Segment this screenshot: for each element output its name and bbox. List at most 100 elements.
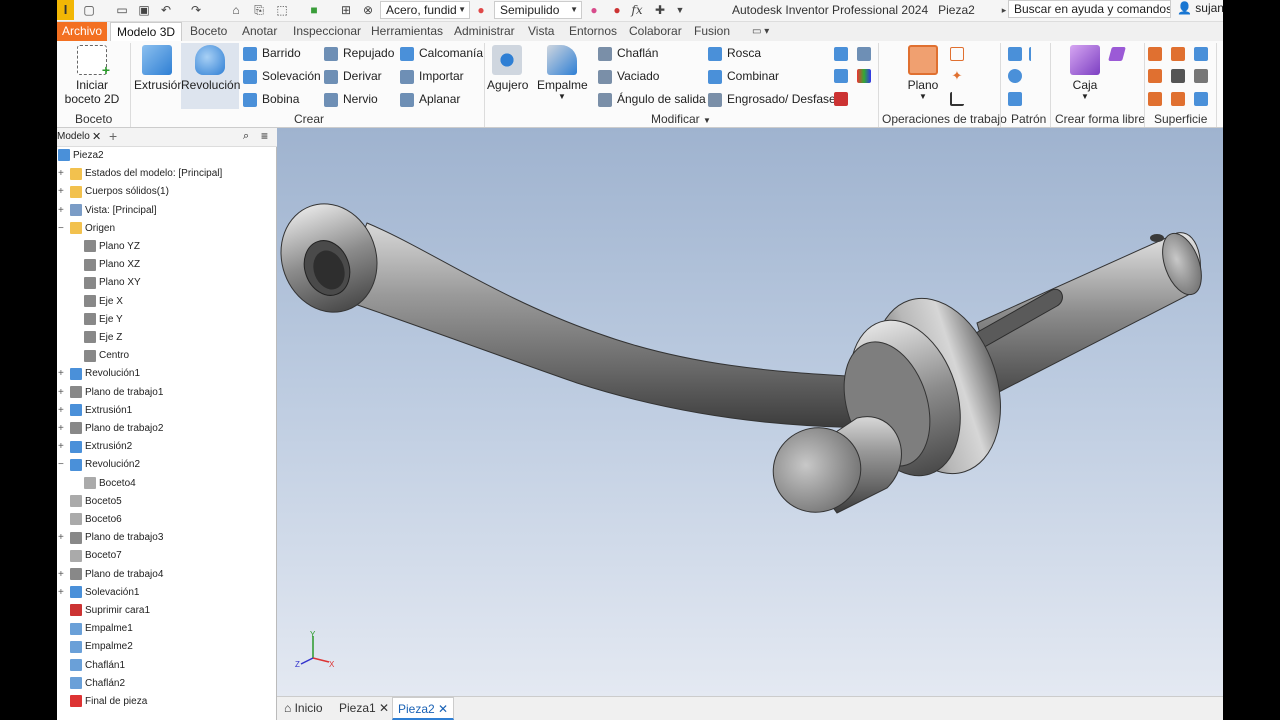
browser-node[interactable]: Eje Y — [84, 311, 123, 329]
adjust-appearance-icon[interactable]: ● — [587, 3, 601, 17]
direct-edit-icon[interactable] — [857, 69, 871, 83]
browser-node[interactable]: Boceto4 — [84, 475, 136, 493]
sweep-button[interactable]: Barrido — [243, 46, 301, 61]
sculpt-icon[interactable] — [1171, 47, 1185, 61]
browser-node[interactable]: Plano YZ — [84, 238, 140, 256]
update-icon[interactable]: ■ — [307, 3, 321, 17]
coil-button[interactable]: Bobina — [243, 92, 299, 107]
expand-icon[interactable]: + — [58, 584, 65, 602]
browser-node[interactable]: Pieza2 — [58, 147, 104, 165]
loft-button[interactable]: Solevación — [243, 69, 321, 84]
browser-node[interactable]: Chaflán2 — [70, 675, 125, 693]
user-account[interactable]: 👤 sujann — [1177, 1, 1223, 15]
collapse-icon[interactable]: − — [58, 220, 65, 238]
new-file-icon[interactable]: ▢ — [82, 3, 96, 17]
expand-icon[interactable]: + — [58, 183, 65, 201]
expand-icon[interactable]: + — [58, 566, 65, 584]
collapse-icon[interactable]: − — [58, 456, 65, 474]
browser-node[interactable]: Boceto6 — [70, 511, 122, 529]
tab-fusion[interactable]: Fusion — [694, 22, 730, 41]
tab-entornos[interactable]: Entornos — [569, 22, 617, 41]
dont-icon[interactable]: ⊗ — [361, 3, 375, 17]
convert-to-freeform-icon[interactable] — [1108, 47, 1126, 61]
move-face-icon[interactable] — [857, 47, 871, 61]
split-icon[interactable] — [834, 47, 848, 61]
boundary-patch-icon[interactable] — [1148, 92, 1162, 106]
home-icon[interactable]: ⌂ — [229, 3, 243, 17]
parameters-icon[interactable]: fx — [630, 3, 644, 17]
browser-node[interactable]: Chaflán1 — [70, 657, 125, 675]
freeform-box-button[interactable]: Caja ▼ — [1067, 45, 1103, 101]
view-triad[interactable]: Y X Z — [295, 630, 335, 670]
unwrap-button[interactable]: Aplanar — [400, 92, 460, 107]
doc-tab-pieza2[interactable]: Pieza2 ✕ — [392, 697, 455, 720]
stitch-icon[interactable] — [1148, 47, 1162, 61]
circular-pattern-icon[interactable] — [1008, 69, 1022, 83]
browser-node[interactable]: Cuerpos sólidos(1) — [70, 183, 169, 201]
thicken-button[interactable]: Engrosado/ Desfase — [708, 92, 836, 107]
browser-node[interactable]: Plano de trabajo1 — [70, 384, 163, 402]
browser-node[interactable]: Plano XZ — [84, 256, 140, 274]
extrude-button[interactable]: Extrusión — [134, 45, 184, 92]
ribbon-display-toggle-icon[interactable]: ▭ ▾ — [752, 22, 769, 41]
close-tab-icon[interactable]: ✕ — [438, 702, 448, 716]
expand-icon[interactable]: + — [58, 529, 65, 547]
tab-anotar[interactable]: Anotar — [242, 22, 277, 41]
browser-node[interactable]: Revolución1 — [70, 365, 140, 383]
rib-button[interactable]: Nervio — [324, 92, 378, 107]
select-icon[interactable]: ⬚ — [275, 3, 289, 17]
close-tab-icon[interactable]: ✕ — [379, 701, 389, 715]
ucs-icon[interactable] — [950, 92, 964, 106]
graphics-viewport[interactable]: Y X Z — [277, 128, 1223, 696]
browser-node[interactable]: Empalme2 — [70, 638, 133, 656]
start-2d-sketch-button[interactable]: + Iniciar boceto 2D — [63, 45, 121, 106]
appearance-combo[interactable]: Semipulido ▼ — [494, 1, 582, 19]
caja-dropdown-icon[interactable]: ▼ — [1067, 92, 1103, 101]
redo-icon[interactable]: ↷ — [189, 3, 203, 17]
plane-dropdown-icon[interactable]: ▼ — [903, 92, 943, 101]
replace-face-icon[interactable] — [1194, 69, 1208, 83]
expand-icon[interactable]: + — [58, 438, 65, 456]
repair-bodies-icon[interactable] — [1171, 92, 1185, 106]
search-icon[interactable]: ⌕ — [243, 130, 249, 143]
work-axis-icon[interactable] — [950, 47, 964, 61]
tab-herramientas[interactable]: Herramientas — [371, 22, 443, 41]
fillet-dropdown-icon[interactable]: ▼ — [537, 92, 587, 101]
appearance-icon[interactable]: ● — [474, 3, 488, 17]
browser-node[interactable]: Centro — [84, 347, 129, 365]
chamfer-button[interactable]: Chaflán — [598, 46, 658, 61]
browser-node[interactable]: Boceto7 — [70, 547, 122, 565]
combine-button[interactable]: Combinar — [708, 69, 779, 84]
browser-node[interactable]: Extrusión2 — [70, 438, 132, 456]
tab-modelo-3d[interactable]: Modelo 3D — [110, 22, 183, 41]
fillet-button[interactable]: Empalme ▼ — [537, 45, 588, 101]
inventor-logo[interactable]: I — [57, 0, 74, 20]
tab-boceto[interactable]: Boceto — [190, 22, 227, 41]
decal-button[interactable]: Calcomanía — [400, 46, 483, 61]
undo-icon[interactable]: ↶ — [159, 3, 173, 17]
browser-node[interactable]: Plano de trabajo2 — [70, 420, 163, 438]
browser-node[interactable]: Boceto5 — [70, 493, 122, 511]
derive-button[interactable]: Derivar — [324, 69, 382, 84]
browser-node[interactable]: Revolución2 — [70, 456, 140, 474]
revolve-button[interactable]: Revolución — [181, 43, 240, 109]
panel-label-modificar[interactable]: Modificar ▼ — [651, 112, 711, 126]
import-button[interactable]: Importar — [400, 69, 464, 84]
trim-icon[interactable] — [1148, 69, 1162, 83]
rectangular-pattern-icon[interactable] — [1008, 47, 1022, 61]
browser-node[interactable]: Origen — [70, 220, 115, 238]
open-file-icon[interactable]: ▭ — [115, 3, 129, 17]
copy-object-icon[interactable] — [834, 69, 848, 83]
tab-inspeccionar[interactable]: Inspeccionar — [293, 22, 361, 41]
clear-appearance-icon[interactable]: ● — [610, 3, 624, 17]
delete-face-icon[interactable] — [834, 92, 848, 106]
tab-administrar[interactable]: Administrar — [454, 22, 515, 41]
browser-node[interactable]: Extrusión1 — [70, 402, 132, 420]
browser-node[interactable]: Plano de trabajo3 — [70, 529, 163, 547]
browser-node[interactable]: Solevación1 — [70, 584, 139, 602]
shell-button[interactable]: Vaciado — [598, 69, 659, 84]
save-icon[interactable]: ▣ — [137, 3, 151, 17]
doc-tab-pieza1[interactable]: Pieza1 ✕ — [334, 697, 394, 720]
patch-icon[interactable] — [1194, 47, 1208, 61]
tab-archivo[interactable]: Archivo — [57, 22, 108, 41]
